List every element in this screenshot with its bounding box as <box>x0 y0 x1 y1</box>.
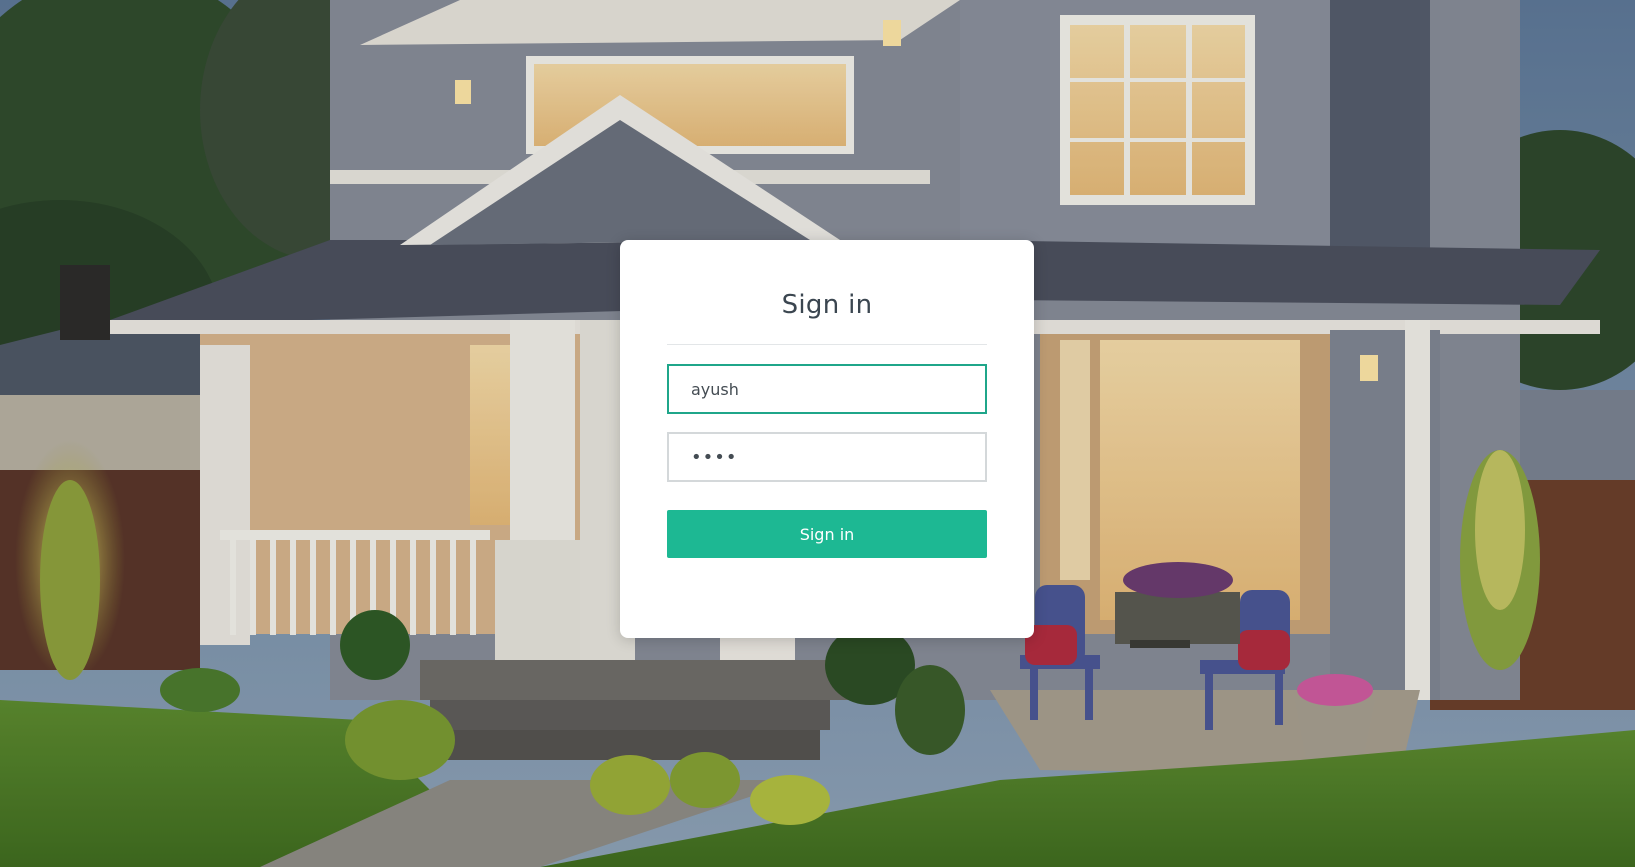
login-page: Sign in Sign in <box>0 0 1635 867</box>
sign-in-title: Sign in <box>781 290 873 320</box>
sign-in-card: Sign in Sign in <box>620 240 1034 638</box>
sign-in-button[interactable]: Sign in <box>667 510 987 558</box>
password-input[interactable] <box>667 432 987 482</box>
title-divider <box>667 344 987 345</box>
username-input[interactable] <box>667 364 987 414</box>
